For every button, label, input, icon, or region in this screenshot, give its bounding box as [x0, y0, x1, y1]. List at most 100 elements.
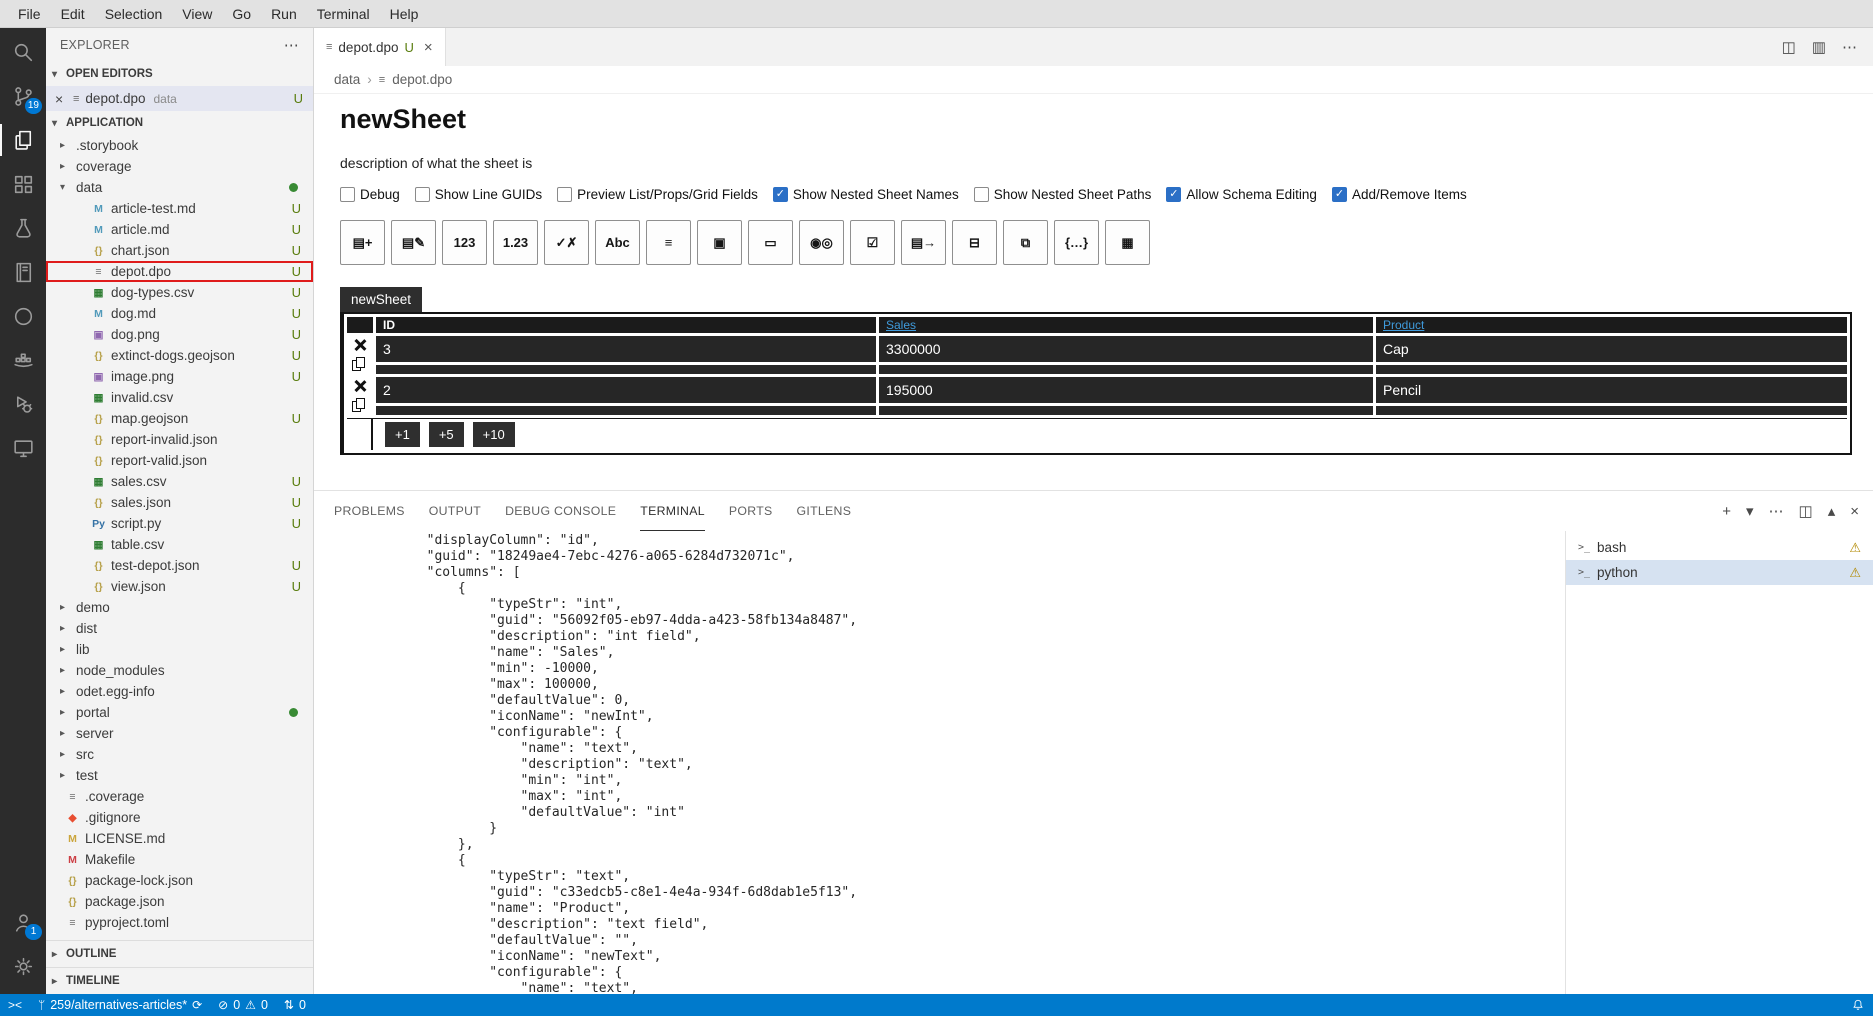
tree-item[interactable]: {} package.json [46, 891, 313, 912]
more-actions-icon[interactable]: ⋯ [284, 36, 299, 54]
tree-item[interactable]: M article.md U [46, 219, 313, 240]
menu-item[interactable]: File [8, 3, 51, 25]
menu-item[interactable]: Selection [95, 3, 173, 25]
new-terminal-icon[interactable]: + [1722, 503, 1731, 520]
terminal-dropdown-icon[interactable]: ▾ [1746, 502, 1754, 520]
tree-item[interactable]: ≡ pyproject.toml [46, 912, 313, 933]
menu-item[interactable]: Edit [51, 3, 95, 25]
tree-item[interactable]: M article-test.md U [46, 198, 313, 219]
add-rows-button[interactable]: +5 [429, 422, 464, 447]
edit-sheet-button[interactable]: ▤✎ [391, 220, 436, 265]
extensions-icon[interactable] [0, 162, 46, 206]
testing-icon[interactable] [0, 206, 46, 250]
panel-tab[interactable]: PORTS [729, 491, 773, 531]
cell-sales[interactable]: 195000 [879, 377, 1373, 403]
cell-product[interactable]: Pencil [1376, 377, 1847, 403]
problems-status[interactable]: ⊘ 0 ⚠ 0 [210, 994, 276, 1016]
tree-item[interactable]: {} view.json U [46, 576, 313, 597]
tree-item[interactable]: ▸ lib [46, 639, 313, 660]
sheet-option-checkbox[interactable]: ✓ Add/Remove Items [1332, 187, 1467, 202]
menu-item[interactable]: Run [261, 3, 307, 25]
tree-item[interactable]: {} test-depot.json U [46, 555, 313, 576]
delete-row-button[interactable] [352, 378, 368, 394]
delete-row-button[interactable] [352, 337, 368, 353]
json-view-button[interactable]: {…} [1054, 220, 1099, 265]
add-multicheck-column-button[interactable]: ☑ [850, 220, 895, 265]
menu-item[interactable]: View [172, 3, 222, 25]
grid-view-button[interactable]: ▦ [1105, 220, 1150, 265]
add-enum-column-button[interactable]: ◉◎ [799, 220, 844, 265]
explorer-icon[interactable] [0, 118, 46, 162]
open-editor-item[interactable]: × ≡ depot.dpo data U [46, 86, 313, 111]
tree-item[interactable]: ▸ portal [46, 702, 313, 723]
close-panel-icon[interactable]: × [1850, 503, 1859, 520]
tree-item[interactable]: {} map.geojson U [46, 408, 313, 429]
terminal-output[interactable]: "displayColumn": "id", "guid": "18249ae4… [314, 531, 1565, 994]
open-editors-header[interactable]: ▾ OPEN EDITORS [46, 62, 313, 86]
tree-item[interactable]: {} sales.json U [46, 492, 313, 513]
termin al-instance[interactable]: >_ python ⚠ [1566, 560, 1873, 585]
sheet-option-checkbox[interactable]: ✓ Preview List/Props/Grid Fields [557, 187, 758, 202]
add-rows-button[interactable]: +10 [473, 422, 515, 447]
tree-item[interactable]: {} package-lock.json [46, 870, 313, 891]
menu-item[interactable]: Go [222, 3, 261, 25]
tree-item[interactable]: ▸ odet.egg-info [46, 681, 313, 702]
tree-item[interactable]: {} report-invalid.json [46, 429, 313, 450]
more-actions-icon[interactable]: ⋯ [1842, 38, 1857, 56]
sheet-option-checkbox[interactable]: ✓ Show Line GUIDs [415, 187, 542, 202]
panel-tab[interactable]: TERMINAL [640, 491, 705, 531]
close-tab-icon[interactable]: × [424, 39, 433, 56]
cell-id[interactable]: 2 [376, 377, 876, 403]
tree-item[interactable]: ▸ coverage [46, 156, 313, 177]
more-actions-icon[interactable]: ⋯ [1769, 502, 1784, 520]
outline-header[interactable]: ▸ OUTLINE [46, 940, 313, 967]
sheet-option-checkbox[interactable]: ✓ Allow Schema Editing [1166, 187, 1317, 202]
tree-item[interactable]: ▣ image.png U [46, 366, 313, 387]
maximize-panel-icon[interactable]: ▴ [1828, 502, 1836, 520]
accounts-icon[interactable]: 1 [0, 900, 46, 944]
sheet-option-checkbox[interactable]: ✓ Show Nested Sheet Paths [974, 187, 1152, 202]
cell-id[interactable]: 3 [376, 336, 876, 362]
add-rows-button[interactable]: +1 [385, 422, 420, 447]
tree-item[interactable]: Py script.py U [46, 513, 313, 534]
add-text-column-button[interactable]: Abc [595, 220, 640, 265]
add-float-column-button[interactable]: 1.23 [493, 220, 538, 265]
split-editor-icon[interactable]: ◫ [1782, 38, 1796, 56]
tree-item[interactable]: M LICENSE.md [46, 828, 313, 849]
duplicate-row-button[interactable] [352, 356, 368, 371]
tree-item[interactable]: ≡ .coverage [46, 786, 313, 807]
tree-item[interactable]: ▸ test [46, 765, 313, 786]
sheet-description[interactable]: description of what the sheet is [340, 155, 1873, 171]
column-header-sales[interactable]: Sales [879, 317, 1373, 333]
add-form-column-button[interactable]: ▤→ [901, 220, 946, 265]
source-control-icon[interactable]: 19 [0, 74, 46, 118]
add-sheet-button[interactable]: ▤+ [340, 220, 385, 265]
chat-icon[interactable] [0, 294, 46, 338]
column-header-product[interactable]: Product [1376, 317, 1847, 333]
add-image-column-button[interactable]: ▣ [697, 220, 742, 265]
timeline-header[interactable]: ▸ TIMELINE [46, 967, 313, 994]
remote-indicator[interactable]: >< [0, 994, 30, 1016]
duplicate-sheet-button[interactable]: ⧉ [1003, 220, 1048, 265]
cell-product[interactable]: Cap [1376, 336, 1847, 362]
duplicate-row-button[interactable] [352, 397, 368, 412]
settings-gear-icon[interactable] [0, 944, 46, 988]
menu-item[interactable]: Help [380, 3, 429, 25]
tree-item[interactable]: ▸ demo [46, 597, 313, 618]
add-list-column-button[interactable]: ≡ [646, 220, 691, 265]
sheet-option-checkbox[interactable]: ✓ Debug [340, 187, 400, 202]
tree-item[interactable]: ▸ dist [46, 618, 313, 639]
notifications-bell-icon[interactable] [1843, 994, 1873, 1016]
tree-item[interactable]: ▦ dog-types.csv U [46, 282, 313, 303]
breadcrumb-folder[interactable]: data [334, 72, 360, 87]
panel-tab[interactable]: GITLENS [797, 491, 852, 531]
tree-item[interactable]: M dog.md U [46, 303, 313, 324]
panel-tab[interactable]: OUTPUT [429, 491, 481, 531]
tree-item[interactable]: ▸ server [46, 723, 313, 744]
cell-sales[interactable]: 3300000 [879, 336, 1373, 362]
ports-status[interactable]: ⇅ 0 [276, 994, 314, 1016]
breadcrumb-file[interactable]: depot.dpo [392, 72, 452, 87]
tree-item[interactable]: ▣ dog.png U [46, 324, 313, 345]
run-debug-icon[interactable] [0, 382, 46, 426]
layout-icon[interactable]: ▥ [1812, 38, 1826, 56]
